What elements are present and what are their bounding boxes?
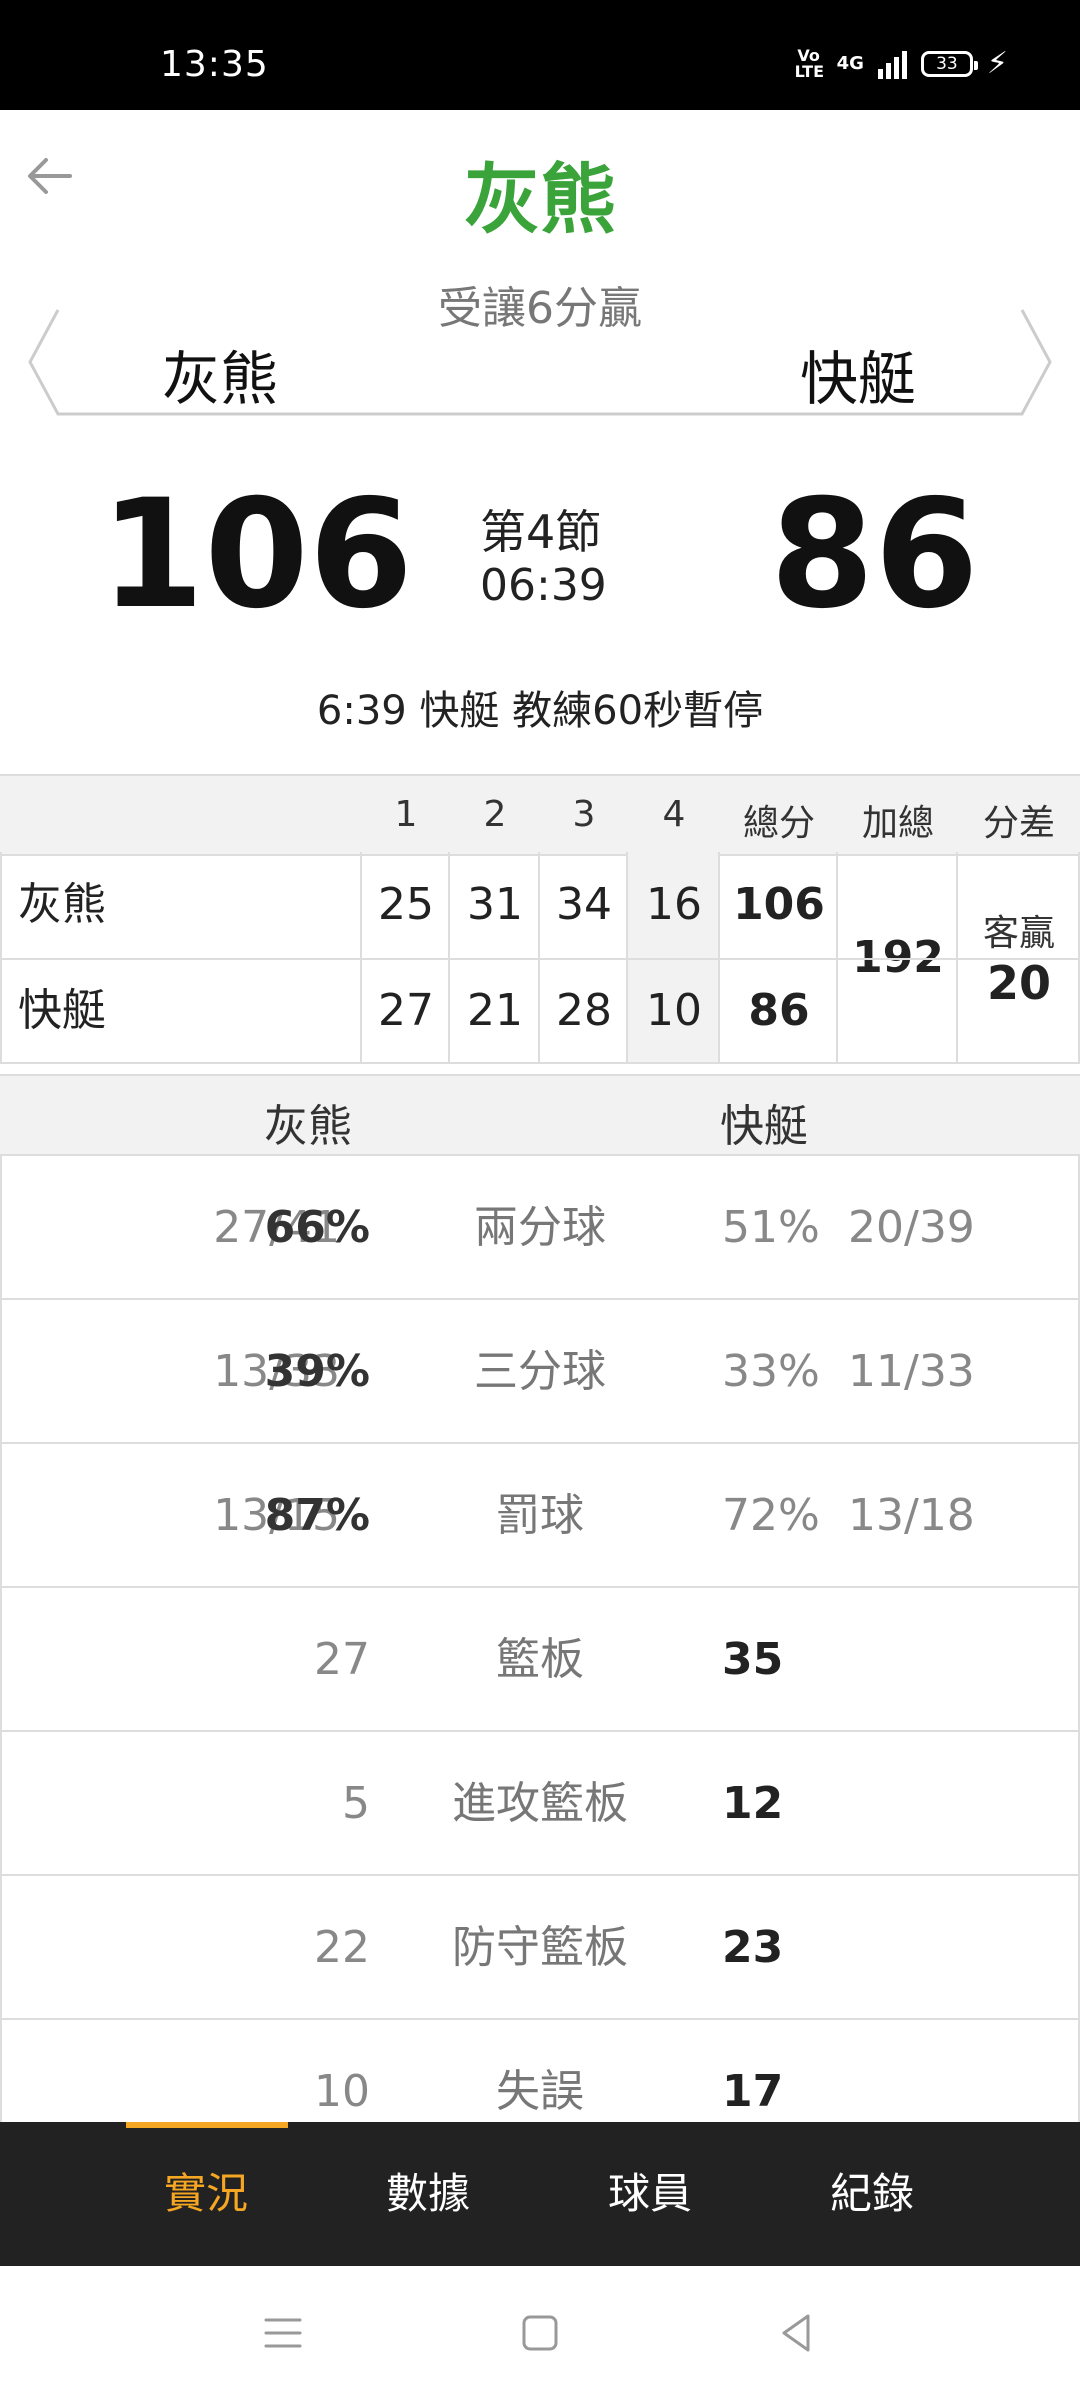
game-period: 第4節	[480, 505, 602, 559]
away-stat: 51%	[722, 1202, 820, 1253]
q3-cell: 28	[556, 985, 612, 1036]
tab-players[interactable]: 球員	[550, 2122, 750, 2266]
tab-stats[interactable]: 數據	[328, 2122, 528, 2266]
comparison-list[interactable]: 27/41 66% 兩分球 51% 20/39 13/33 39% 三分球 33…	[0, 1156, 1080, 2122]
away-team-name: 快艇	[800, 345, 917, 413]
latest-event: 6:39 快艇 教練60秒暫停	[316, 688, 764, 734]
stat-label: 進攻籃板	[452, 1778, 628, 1829]
menu-icon[interactable]	[258, 2308, 308, 2358]
system-nav-bar	[0, 2266, 1080, 2400]
bottom-tab-bar: 實況 數據 球員 紀錄	[0, 2122, 1080, 2266]
box-score-table: 1 2 3 4 總分 加總 分差 灰熊 25 31 34 16 106 快艇 2…	[0, 774, 1080, 1064]
stat-row: 27 籃板 35	[2, 1588, 1078, 1732]
status-bar: 13:35 Vo LTE 4G 33 ⚡	[0, 0, 1080, 110]
total-cell: 106	[733, 879, 825, 930]
signal-icon	[877, 49, 907, 79]
col-divider	[718, 852, 720, 1064]
header-q2: 2	[483, 794, 507, 835]
away-stat: 33%	[722, 1346, 820, 1397]
comparison-away-team: 快艇	[720, 1101, 808, 1152]
header-q3: 3	[572, 794, 596, 835]
q4-cell: 10	[646, 985, 702, 1036]
stat-row: 5 進攻籃板 12	[2, 1732, 1078, 1876]
game-clock: 06:39	[480, 560, 607, 611]
diff-label: 客贏	[982, 913, 1055, 954]
back-icon[interactable]	[772, 2308, 822, 2358]
q2-cell: 21	[467, 985, 523, 1036]
col-divider	[626, 852, 628, 1064]
away-stat: 23	[722, 1922, 784, 1973]
total-cell: 86	[748, 985, 810, 1036]
away-made-attempts: 13/18	[848, 1490, 975, 1541]
away-made-attempts: 11/33	[848, 1346, 975, 1397]
col-divider	[956, 852, 958, 1064]
tab-records[interactable]: 紀錄	[772, 2122, 972, 2266]
stat-label: 防守籃板	[452, 1922, 628, 1973]
q2-cell: 31	[467, 879, 523, 930]
away-stat: 12	[722, 1778, 784, 1829]
stat-row: 10 失誤 17	[2, 2020, 1078, 2122]
away-stat: 72%	[722, 1490, 820, 1541]
col-divider	[538, 852, 540, 1064]
status-icons: Vo LTE 4G 33 ⚡	[795, 46, 1008, 81]
battery-icon: 33	[920, 50, 978, 77]
col-divider	[448, 852, 450, 1064]
stat-row: 22 防守籃板 23	[2, 1876, 1078, 2020]
row-divider	[0, 958, 1080, 960]
col-divider	[360, 852, 362, 1064]
stat-row: 13/15 87% 罰球 72% 13/18	[2, 1444, 1078, 1588]
charging-icon: ⚡	[986, 46, 1008, 81]
away-score: 86	[770, 468, 979, 642]
header-total: 總分	[742, 803, 815, 844]
header-q1: 1	[394, 794, 418, 835]
stat-row: 27/41 66% 兩分球 51% 20/39	[2, 1156, 1078, 1300]
team-cell: 灰熊	[18, 879, 106, 930]
team-cell: 快艇	[18, 985, 106, 1036]
row-divider	[0, 1062, 1080, 1064]
leading-team: 灰熊	[464, 155, 616, 244]
box-score-header: 1 2 3 4 總分 加總 分差	[0, 774, 1080, 856]
volte-icon: Vo LTE	[794, 45, 824, 81]
q4-cell: 16	[646, 879, 702, 930]
home-icon[interactable]	[515, 2308, 565, 2358]
away-stat: 17	[722, 2066, 784, 2117]
network-type: 4G	[836, 53, 864, 74]
q1-cell: 27	[378, 985, 434, 1036]
col-divider	[0, 852, 2, 1064]
tab-live[interactable]: 實況	[106, 2122, 306, 2266]
comparison-home-team: 灰熊	[264, 1101, 352, 1152]
home-score: 106	[100, 468, 414, 642]
home-team-name: 灰熊	[162, 345, 279, 413]
stat-label: 籃板	[496, 1634, 584, 1685]
diff-value: 20	[986, 956, 1051, 1010]
q3-cell: 34	[556, 879, 612, 930]
battery-level: 33	[936, 53, 958, 74]
clock-time: 13:35	[160, 44, 269, 85]
header-sum: 加總	[861, 803, 934, 844]
active-tab-indicator	[126, 2122, 288, 2128]
header-q4: 4	[662, 794, 686, 835]
stat-label: 失誤	[496, 2066, 584, 2117]
q1-cell: 25	[378, 879, 434, 930]
comparison-header: 灰熊 快艇	[0, 1074, 1080, 1156]
away-stat: 35	[722, 1634, 784, 1685]
away-made-attempts: 20/39	[848, 1202, 975, 1253]
stat-row: 13/33 39% 三分球 33% 11/33	[2, 1300, 1078, 1444]
col-divider	[836, 852, 838, 1064]
header-diff: 分差	[982, 803, 1055, 844]
